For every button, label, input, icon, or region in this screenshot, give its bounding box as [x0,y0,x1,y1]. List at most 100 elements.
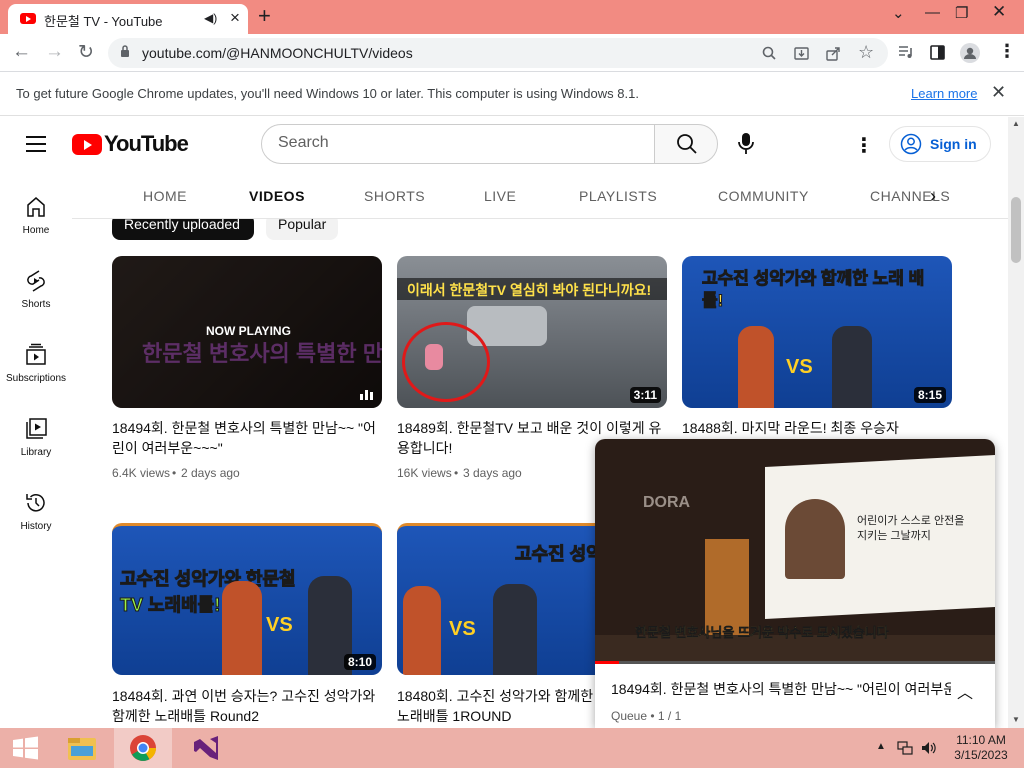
search-placeholder: Search [278,134,329,151]
sign-in-label: Sign in [930,136,977,152]
menu-hamburger-icon[interactable] [26,136,46,152]
chrome-icon [130,735,157,761]
tab-shorts[interactable]: SHORTS [364,188,425,204]
video-title[interactable]: 18488회. 마지막 라운드! 최종 우승자 [682,418,952,438]
forward-arrow-icon[interactable]: → [45,41,64,63]
show-hidden-icons-icon[interactable]: ▲ [876,741,886,752]
address-bar[interactable]: youtube.com/@HANMOONCHULTV/videos ☆ [108,38,888,68]
reload-icon[interactable]: ↻ [78,41,94,64]
sign-in-button[interactable]: Sign in [889,126,991,162]
vs-badge: VS [786,356,813,378]
tab-search-icon[interactable]: ⌄ [892,4,905,22]
miniplayer-video[interactable]: 어린이가 스스로 안전을 지키는 그날까지 DORA 한문철 변호사님을 뜨거운… [595,439,995,664]
side-panel-icon[interactable] [930,45,945,60]
tab-videos[interactable]: VIDEOS [249,188,305,204]
youtube-logo-icon[interactable] [72,134,102,155]
browser-tab-strip: 한문철 TV - YouTube ◀) × + ⌄ — ❐ ✕ [0,0,1024,34]
speaker-icon[interactable]: ◀) [204,11,217,25]
scroll-down-icon[interactable]: ▼ [1012,715,1020,724]
url-text[interactable]: youtube.com/@HANMOONCHULTV/videos [142,45,413,61]
learn-more-link[interactable]: Learn more [911,86,977,101]
update-infobar: To get future Google Chrome updates, you… [0,72,1024,116]
browser-toolbar: ← → ↻ youtube.com/@HANMOONCHULTV/videos … [0,34,1024,72]
zoom-search-icon[interactable] [762,46,776,60]
page-scrollbar[interactable]: ▲ ▼ [1008,117,1024,728]
sidebar-item-subscriptions[interactable]: Subscriptions [0,343,72,409]
share-icon[interactable] [826,46,841,61]
visual-studio-icon[interactable] [180,728,232,768]
tab-live[interactable]: LIVE [484,188,516,204]
video-title[interactable]: 18494회. 한문철 변호사의 특별한 만남~~ "어린이 여러부운~~~" [112,418,382,458]
tab-playlists[interactable]: PLAYLISTS [579,188,657,204]
network-icon[interactable] [897,741,913,755]
chrome-menu-icon[interactable]: ⋮ [998,41,1016,62]
miniplayer[interactable]: 어린이가 스스로 안전을 지키는 그날까지 DORA 한문철 변호사님을 뜨거운… [595,439,995,728]
lock-icon [121,45,129,57]
vs-badge: VS [449,618,476,640]
minimize-button[interactable]: — [925,4,940,21]
now-playing-label: NOW PLAYING [206,324,291,338]
new-tab-button[interactable]: + [258,3,271,29]
system-clock[interactable]: 11:10 AM 3/15/2023 [948,733,1014,763]
tab-home[interactable]: HOME [143,188,187,204]
settings-more-icon[interactable]: ⋮ [854,133,874,158]
window-close-button[interactable]: ✕ [992,2,1006,22]
tabs-scroll-right-icon[interactable]: › [930,186,936,207]
windows-start-icon[interactable] [0,728,52,768]
youtube-favicon-icon [20,13,36,24]
sidebar-item-history[interactable]: History [0,491,72,557]
subscriptions-icon [26,343,46,365]
install-app-icon[interactable] [794,46,809,61]
youtube-logo-text[interactable]: YouTube [104,131,189,157]
scrollbar-thumb[interactable] [1011,197,1021,263]
sidebar-item-library[interactable]: Library [0,417,72,483]
sidebar-item-label: Subscriptions [5,373,67,384]
thumbnail-text: 고수진 성악가와 함께한 노래 배틀! [702,269,925,311]
scroll-up-icon[interactable]: ▲ [1012,119,1020,128]
presenter-photo [785,499,845,579]
clock-date: 3/15/2023 [954,748,1008,762]
infobar-close-icon[interactable]: ✕ [991,82,1006,103]
meta-separator: • [172,466,177,480]
volume-icon[interactable] [921,741,937,755]
microphone-icon[interactable] [732,129,760,157]
media-controls-icon[interactable] [898,45,914,59]
equalizer-icon [360,390,373,400]
video-duration: 3:11 [629,387,661,403]
search-button[interactable] [654,124,718,164]
video-thumbnail[interactable]: 한문철 변호사의 특별한 만남 NOW PLAYING [112,256,382,408]
account-icon [900,133,922,155]
back-arrow-icon[interactable]: ← [12,41,31,63]
sidebar-item-label: Shorts [21,299,51,310]
library-icon [26,418,47,439]
bookmark-star-icon[interactable]: ☆ [858,42,874,63]
search-input[interactable]: Search [261,124,655,164]
video-title[interactable]: 18480회. 고수진 성악가와 함께한 노래배틀 1ROUND [397,686,597,726]
shorts-icon [27,270,45,292]
sidebar-item-shorts[interactable]: Shorts [0,269,72,335]
video-age: 2 days ago [181,466,240,480]
video-views: 6.4K views [112,466,171,480]
video-duration: 8:15 [913,387,946,403]
miniplayer-title[interactable]: 18494회. 한문철 변호사의 특별한 만남~~ "어린이 여러부운~~~" [611,679,951,699]
expand-queue-icon[interactable]: ︿ [957,679,973,703]
video-thumbnail[interactable]: 고수진 성악가와 함께한 노래 배틀! VS 8:15 [682,256,952,408]
miniplayer-progress-bar[interactable] [595,661,995,664]
tab-community[interactable]: COMMUNITY [718,188,809,204]
thumbnail-text: 이래서 한문철TV 열심히 봐야 된다니까요! [407,282,652,298]
video-thumbnail[interactable]: 고수진 성악가와 한문철TV 노래배틀! VS 8:10 [112,523,382,675]
restore-button[interactable]: ❐ [955,4,968,22]
history-icon [26,494,45,512]
file-explorer-icon[interactable] [56,728,108,768]
video-title[interactable]: 18484회. 과연 이번 승자는? 고수진 성악가와 함께한 노래배틀 Rou… [112,686,382,726]
tab-title: 한문철 TV - YouTube [44,14,163,29]
browser-tab[interactable]: 한문철 TV - YouTube ◀) × [8,4,248,34]
sidebar-item-home[interactable]: Home [0,195,72,261]
video-thumbnail[interactable]: 이래서 한문철TV 열심히 봐야 된다니까요! 3:11 [397,256,667,408]
tab-close-icon[interactable]: × [230,8,240,28]
tab-channels[interactable]: CHANNELS [870,188,950,204]
sidebar-item-label: Home [22,225,50,236]
thumbnail-text: 한문철 변호사의 특별한 만남 [142,341,382,366]
chrome-taskbar-button[interactable] [114,728,172,768]
profile-avatar-icon[interactable] [960,43,980,63]
